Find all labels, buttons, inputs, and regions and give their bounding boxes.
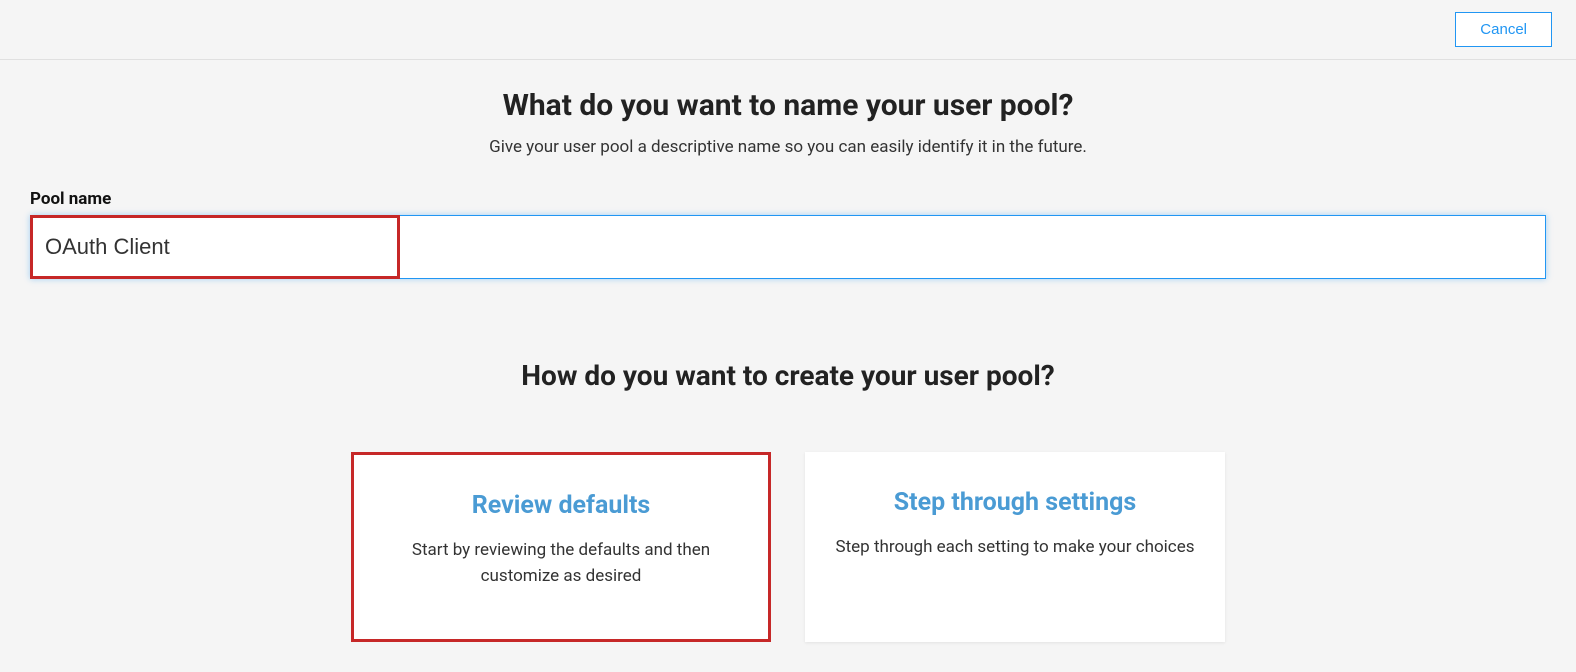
pool-name-input-wrapper	[30, 215, 1546, 279]
cancel-button[interactable]: Cancel	[1455, 12, 1552, 47]
pool-name-label: Pool name	[30, 189, 1546, 209]
pool-name-subheading: Give your user pool a descriptive name s…	[30, 137, 1546, 157]
pool-name-heading: What do you want to name your user pool?	[30, 88, 1546, 123]
step-through-title: Step through settings	[835, 488, 1195, 517]
create-method-heading: How do you want to create your user pool…	[30, 359, 1546, 392]
options-row: Review defaults Start by reviewing the d…	[30, 452, 1546, 642]
review-defaults-description: Start by reviewing the defaults and then…	[384, 538, 738, 589]
step-through-description: Step through each setting to make your c…	[835, 535, 1195, 561]
review-defaults-card[interactable]: Review defaults Start by reviewing the d…	[351, 452, 771, 642]
top-bar: Cancel	[0, 0, 1576, 60]
step-through-card[interactable]: Step through settings Step through each …	[805, 452, 1225, 642]
main-content: What do you want to name your user pool?…	[0, 60, 1576, 672]
pool-name-input[interactable]	[30, 215, 1546, 279]
review-defaults-title: Review defaults	[384, 491, 738, 520]
